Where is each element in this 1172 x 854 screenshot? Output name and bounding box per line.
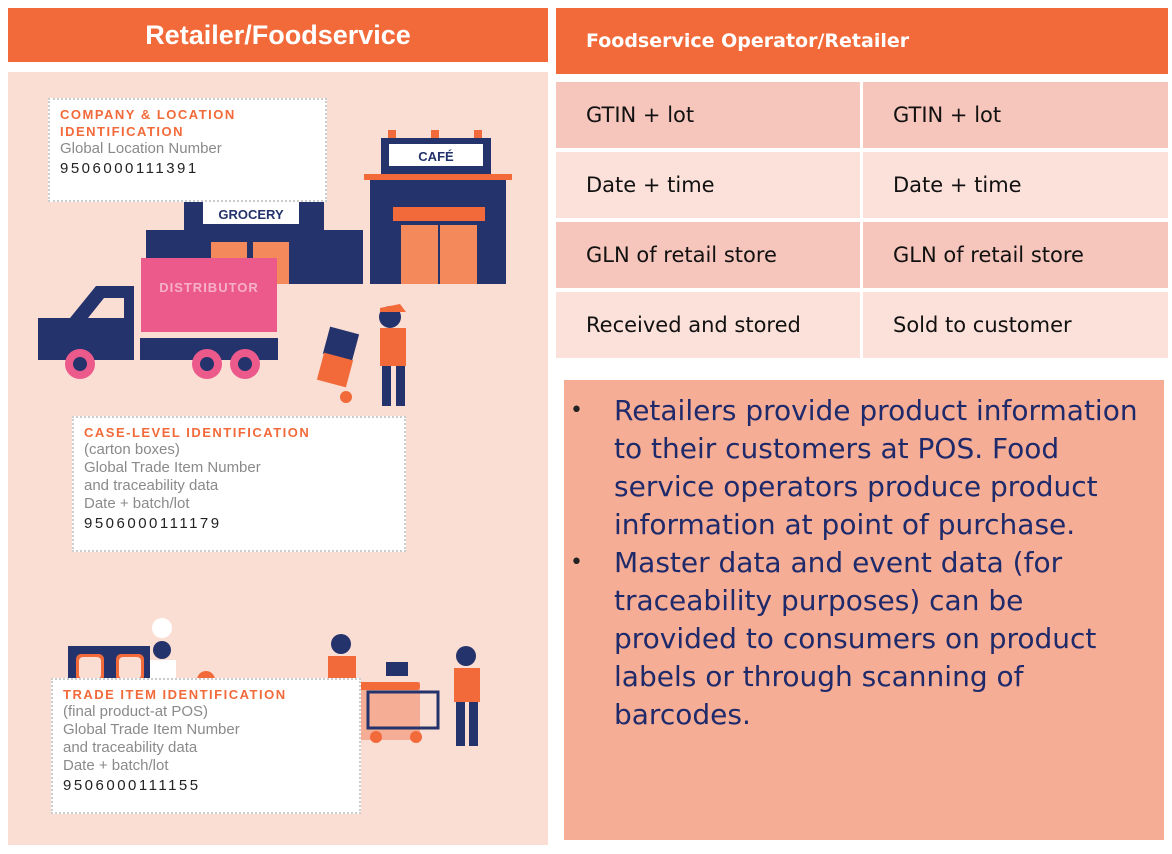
card-title: COMPANY & LOCATION: [60, 107, 236, 122]
table-cell: Date + time: [863, 152, 1168, 218]
card-description: Global Trade Item Number: [84, 459, 261, 476]
bullet-item: Retailers provide product information to…: [564, 392, 1144, 544]
grocery-sign: GROCERY: [218, 207, 284, 222]
card-description: Global Location Number: [60, 140, 222, 157]
trade-item-card: TRADE ITEM IDENTIFICATION (final product…: [51, 678, 361, 814]
left-panel-title: Retailer/Foodservice: [8, 8, 548, 62]
card-description: (final product-at POS): [63, 703, 209, 720]
right-panel-title: Foodservice Operator/Retailer: [556, 8, 1168, 74]
card-description: and traceability data: [84, 477, 219, 494]
card-title: IDENTIFICATION: [60, 124, 185, 139]
card-description: (carton boxes): [84, 441, 180, 458]
table-cell: Received and stored: [556, 292, 860, 358]
cafe-sign: CAFÉ: [418, 149, 454, 164]
gtin-number: 9506000111179: [84, 515, 222, 532]
card-description: Date + batch/lot: [63, 757, 169, 774]
table-cell: GTIN + lot: [863, 82, 1168, 148]
card-title: CASE-LEVEL IDENTIFICATION: [84, 425, 311, 440]
table-cell: Sold to customer: [863, 292, 1168, 358]
bullet-item: Master data and event data (for traceabi…: [564, 544, 1144, 734]
table-cell: GTIN + lot: [556, 82, 860, 148]
card-description: Global Trade Item Number: [63, 721, 240, 738]
table-cell: GLN of retail store: [863, 222, 1168, 288]
case-level-card: CASE-LEVEL IDENTIFICATION (carton boxes)…: [72, 416, 406, 552]
delivery-worker: [316, 304, 406, 406]
distributor-label: DISTRIBUTOR: [159, 280, 259, 295]
table-cell: GLN of retail store: [556, 222, 860, 288]
gtin-number: 9506000111155: [63, 777, 201, 794]
cafe-building: CAFÉ: [364, 130, 512, 284]
notes-box: Retailers provide product information to…: [564, 380, 1164, 840]
gln-number: 9506000111391: [60, 160, 199, 177]
distributor-truck: DISTRIBUTOR: [38, 258, 278, 379]
left-panel: CAFÉ GROCERY DISTRIBUTOR COMPANY & LOCAT…: [8, 72, 548, 845]
card-description: and traceability data: [63, 739, 198, 756]
table-cell: Date + time: [556, 152, 860, 218]
card-title: TRADE ITEM IDENTIFICATION: [63, 687, 287, 702]
card-description: Date + batch/lot: [84, 495, 190, 512]
company-location-card: COMPANY & LOCATION IDENTIFICATION Global…: [48, 98, 327, 202]
